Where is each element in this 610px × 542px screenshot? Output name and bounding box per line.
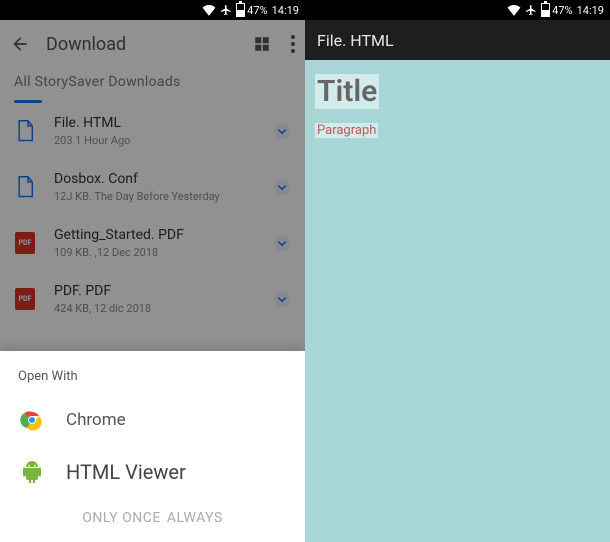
clock: 14:19 (272, 4, 299, 17)
file-name: File. HTML (54, 115, 251, 131)
only-once-button[interactable]: ONLY ONCE (82, 510, 161, 526)
file-meta: 12J KB. The Day Before Yesterday (54, 190, 251, 203)
document-icon (14, 120, 36, 142)
file-name: PDF. PDF (54, 283, 251, 299)
wifi-icon (507, 4, 521, 16)
page-title: Title (315, 74, 379, 109)
status-bar: 47% 14:19 (0, 0, 305, 20)
open-with-sheet: Open With Chrome (0, 351, 305, 542)
sheet-option-label: HTML Viewer (66, 460, 186, 484)
wifi-icon (202, 4, 216, 16)
clock: 14:19 (577, 4, 604, 17)
battery-pct: 47% (247, 4, 267, 17)
chrome-icon (20, 408, 44, 432)
file-row[interactable]: File. HTML 203 1 Hour Ago (0, 103, 305, 159)
more-icon[interactable] (291, 35, 295, 53)
header-title: Download (46, 34, 237, 55)
airplane-icon (220, 4, 232, 16)
sheet-title: Open With (0, 365, 305, 394)
viewer-title: File. HTML (317, 31, 394, 50)
file-menu-icon[interactable] (269, 286, 295, 312)
file-row[interactable]: PDF Getting_Started. PDF 109 KB. ,12 Dec… (0, 215, 305, 271)
battery-icon: 47% (236, 3, 267, 17)
grid-view-icon[interactable] (253, 35, 271, 53)
file-meta: 109 KB. ,12 Dec 2018 (54, 246, 251, 259)
document-icon (14, 176, 36, 198)
battery-pct: 47% (552, 4, 572, 17)
viewer-header: File. HTML (305, 20, 610, 60)
page-paragraph: Paragraph (315, 123, 378, 138)
always-button[interactable]: ALWAYS (167, 510, 223, 526)
status-bar: 47% 14:19 (305, 0, 610, 20)
file-meta: 424 KB, 12 dic 2018 (54, 302, 251, 315)
file-menu-icon[interactable] (269, 230, 295, 256)
airplane-icon (525, 4, 537, 16)
file-meta: 203 1 Hour Ago (54, 134, 251, 147)
open-with-html-viewer[interactable]: HTML Viewer (0, 446, 305, 498)
pdf-icon: PDF (14, 232, 36, 254)
file-menu-icon[interactable] (269, 118, 295, 144)
battery-icon: 47% (541, 3, 572, 17)
html-page: Title Paragraph (305, 60, 610, 152)
sheet-option-label: Chrome (66, 410, 126, 430)
file-row[interactable]: PDF PDF. PDF 424 KB, 12 dic 2018 (0, 271, 305, 327)
back-icon[interactable] (10, 34, 30, 54)
app-header: Download (0, 20, 305, 68)
open-with-chrome[interactable]: Chrome (0, 394, 305, 446)
phone-right: 47% 14:19 File. HTML Title Paragraph (305, 0, 610, 542)
file-name: Dosbox. Conf (54, 171, 251, 187)
android-icon (20, 460, 44, 484)
file-row[interactable]: Dosbox. Conf 12J KB. The Day Before Yest… (0, 159, 305, 215)
phone-left: 47% 14:19 Download All StorySaver Downlo… (0, 0, 305, 542)
pdf-icon: PDF (14, 288, 36, 310)
breadcrumb[interactable]: All StorySaver Downloads (0, 68, 305, 100)
file-name: Getting_Started. PDF (54, 227, 251, 243)
file-menu-icon[interactable] (269, 174, 295, 200)
file-manager: Download All StorySaver Downloads File. … (0, 20, 305, 542)
